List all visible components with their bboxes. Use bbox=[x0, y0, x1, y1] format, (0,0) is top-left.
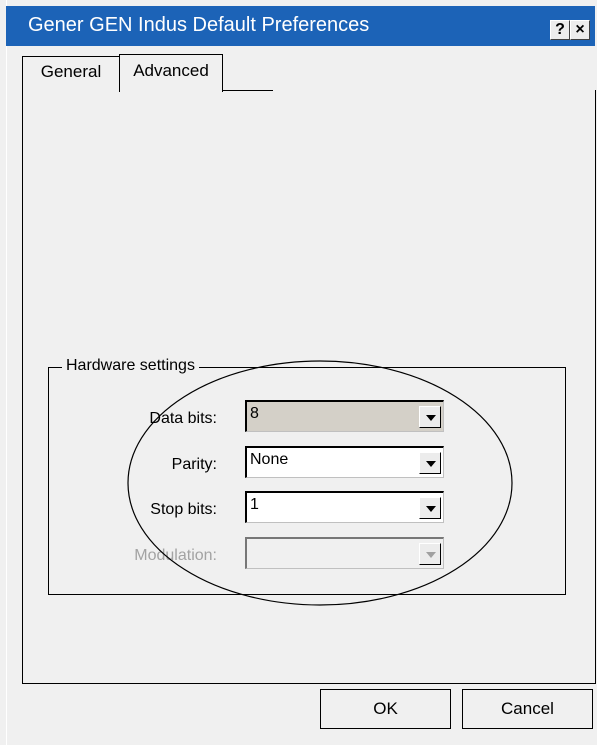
close-icon[interactable]: × bbox=[570, 20, 590, 40]
window-title: Gener GEN Indus Default Preferences bbox=[28, 14, 370, 36]
dropdown-arrow-icon[interactable] bbox=[419, 406, 441, 428]
stop-bits-value: 1 bbox=[250, 496, 259, 513]
dropdown-arrow-icon[interactable] bbox=[419, 452, 441, 474]
data-bits-label: Data bits: bbox=[149, 410, 217, 427]
modulation-dropdown bbox=[245, 537, 444, 569]
data-bits-dropdown[interactable]: 8 bbox=[245, 400, 444, 432]
tab-advanced[interactable]: Advanced bbox=[119, 54, 223, 92]
ok-button[interactable]: OK bbox=[320, 689, 451, 729]
stop-bits-label: Stop bits: bbox=[150, 501, 217, 518]
title-bar: Gener GEN Indus Default Preferences ? × bbox=[6, 6, 595, 46]
data-bits-value: 8 bbox=[250, 405, 259, 422]
tab-panel-top-edge-right bbox=[221, 90, 273, 91]
hardware-settings-title: Hardware settings bbox=[62, 357, 199, 375]
help-icon[interactable]: ? bbox=[550, 20, 570, 40]
tab-general[interactable]: General bbox=[22, 56, 120, 92]
dropdown-arrow-icon[interactable] bbox=[419, 497, 441, 519]
parity-dropdown[interactable]: None bbox=[245, 446, 444, 478]
modulation-label: Modulation: bbox=[134, 547, 217, 564]
dropdown-arrow-icon bbox=[419, 543, 441, 565]
parity-value: None bbox=[250, 451, 289, 468]
stop-bits-dropdown[interactable]: 1 bbox=[245, 491, 444, 523]
cancel-button[interactable]: Cancel bbox=[462, 689, 593, 729]
parity-label: Parity: bbox=[171, 456, 217, 473]
